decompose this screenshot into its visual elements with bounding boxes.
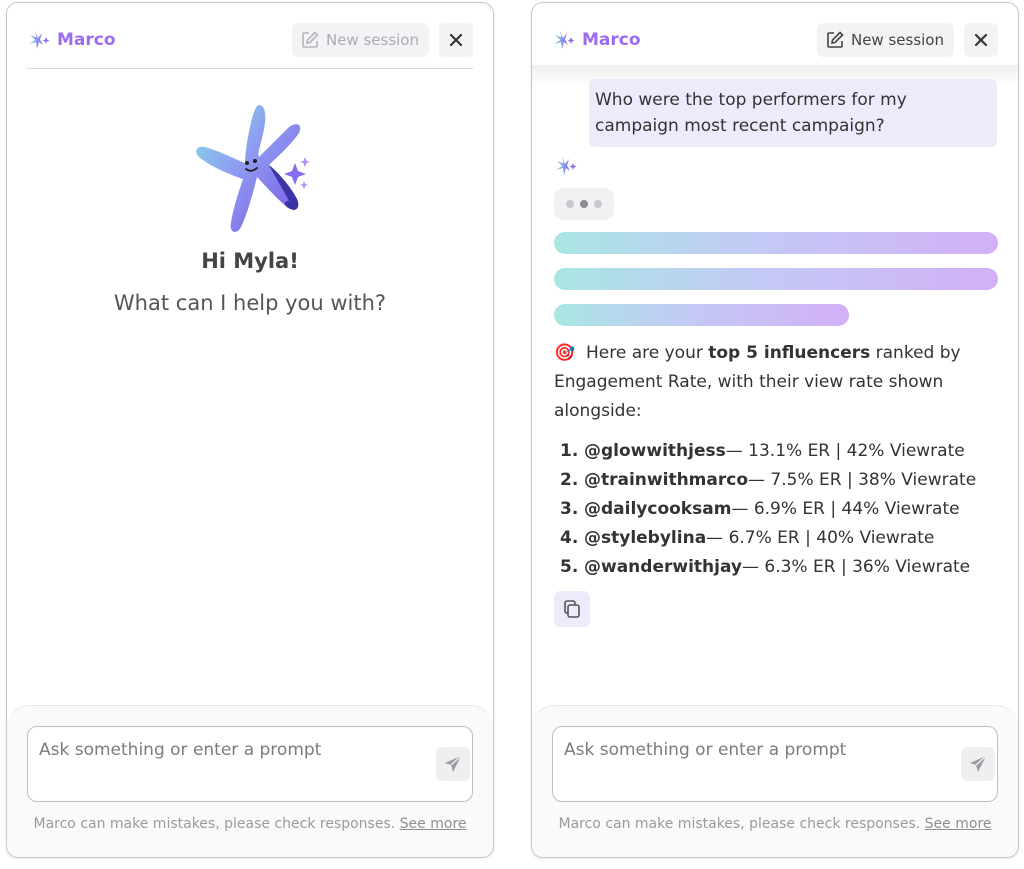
chat-panel-welcome: Marco New session Hi Myla! What can I he… bbox=[6, 2, 494, 858]
influencer-handle: @wanderwithjay bbox=[584, 557, 742, 577]
prompt-placeholder: Ask something or enter a prompt bbox=[39, 740, 322, 760]
influencer-stats: — 6.3% ER | 36% Viewrate bbox=[741, 557, 971, 577]
answer-prefix: Here are your bbox=[585, 343, 709, 363]
composer: Ask something or enter a prompt Marco ca… bbox=[7, 705, 493, 857]
loading-skeleton-bar bbox=[554, 268, 998, 290]
influencer-stats: — 13.1% ER | 42% Viewrate bbox=[725, 441, 965, 461]
send-button[interactable] bbox=[436, 747, 470, 781]
typing-dot bbox=[580, 200, 588, 208]
influencer-handle: @stylebylina bbox=[584, 528, 707, 548]
rank-number: 2. bbox=[560, 470, 579, 490]
prompt-input[interactable]: Ask something or enter a prompt bbox=[27, 726, 473, 802]
new-session-button[interactable]: New session bbox=[816, 23, 954, 57]
influencer-stats: — 6.9% ER | 44% Viewrate bbox=[731, 499, 960, 519]
new-session-button[interactable]: New session bbox=[291, 23, 429, 57]
see-more-link[interactable]: See more bbox=[925, 816, 992, 832]
disclaimer-text: Marco can make mistakes, please check re… bbox=[558, 816, 921, 832]
list-item: 4. @stylebylina — 6.7% ER | 40% Viewrate bbox=[560, 524, 976, 553]
answer-bold: top 5 influencers bbox=[708, 343, 871, 363]
composer: Ask something or enter a prompt Marco ca… bbox=[532, 705, 1018, 857]
close-button[interactable] bbox=[439, 23, 473, 57]
brand: Marco bbox=[552, 29, 641, 51]
list-item: 1. @glowwithjess — 13.1% ER | 42% Viewra… bbox=[560, 437, 976, 466]
brand: Marco bbox=[27, 29, 116, 51]
list-item: 2. @trainwithmarco — 7.5% ER | 38% Viewr… bbox=[560, 466, 976, 495]
assistant-avatar bbox=[554, 155, 578, 181]
typing-dot bbox=[566, 200, 574, 208]
edit-icon bbox=[827, 31, 844, 48]
typing-indicator bbox=[554, 188, 614, 220]
rank-number: 5. bbox=[560, 557, 579, 577]
prompt-input[interactable]: Ask something or enter a prompt bbox=[552, 726, 998, 802]
loading-skeleton-bar bbox=[554, 304, 849, 326]
header-divider bbox=[27, 68, 473, 69]
sparkle-star-icon bbox=[556, 157, 577, 175]
assistant-answer: 🎯 Here are your top 5 influencers ranked… bbox=[554, 339, 984, 426]
panel-header: Marco New session bbox=[532, 3, 1018, 69]
close-button[interactable] bbox=[964, 23, 998, 57]
typing-dot bbox=[594, 200, 602, 208]
influencer-handle: @dailycooksam bbox=[584, 499, 732, 519]
copy-icon bbox=[564, 600, 580, 618]
loading-skeleton-bar bbox=[554, 232, 998, 254]
target-emoji: 🎯 bbox=[554, 343, 576, 363]
greeting: Hi Myla! bbox=[201, 249, 299, 273]
edit-icon bbox=[302, 31, 319, 48]
influencer-stats: — 7.5% ER | 38% Viewrate bbox=[748, 470, 977, 490]
list-item: 3. @dailycooksam — 6.9% ER | 44% Viewrat… bbox=[560, 495, 976, 524]
send-button[interactable] bbox=[961, 747, 995, 781]
sparkle-star-icon bbox=[29, 31, 50, 49]
close-icon bbox=[974, 33, 988, 47]
brand-name: Marco bbox=[57, 30, 116, 50]
prompt-placeholder: Ask something or enter a prompt bbox=[564, 740, 847, 760]
rank-number: 1. bbox=[560, 441, 579, 461]
disclaimer: Marco can make mistakes, please check re… bbox=[7, 816, 493, 832]
starfish-mascot-icon bbox=[191, 101, 311, 245]
influencer-stats: — 6.7% ER | 40% Viewrate bbox=[706, 528, 935, 548]
panel-header: Marco New session bbox=[7, 3, 493, 69]
rank-list: 1. @glowwithjess — 13.1% ER | 42% Viewra… bbox=[560, 437, 976, 582]
see-more-link[interactable]: See more bbox=[400, 816, 467, 832]
new-session-label: New session bbox=[850, 31, 944, 49]
disclaimer-text: Marco can make mistakes, please check re… bbox=[33, 816, 396, 832]
chat-panel-conversation: Marco New session Who were the top perfo… bbox=[531, 2, 1019, 858]
close-icon bbox=[449, 33, 463, 47]
send-icon bbox=[970, 755, 987, 772]
user-message: Who were the top performers for my campa… bbox=[589, 79, 997, 147]
disclaimer: Marco can make mistakes, please check re… bbox=[532, 816, 1018, 832]
help-prompt: What can I help you with? bbox=[113, 291, 387, 315]
influencer-handle: @trainwithmarco bbox=[584, 470, 748, 490]
sparkle-star-icon bbox=[554, 31, 575, 49]
new-session-label: New session bbox=[325, 31, 419, 49]
send-icon bbox=[445, 755, 462, 772]
rank-number: 4. bbox=[560, 528, 579, 548]
copy-button[interactable] bbox=[554, 591, 590, 627]
brand-name: Marco bbox=[582, 30, 641, 50]
list-item: 5. @wanderwithjay — 6.3% ER | 36% Viewra… bbox=[560, 553, 976, 582]
influencer-handle: @glowwithjess bbox=[584, 441, 726, 461]
rank-number: 3. bbox=[560, 499, 579, 519]
